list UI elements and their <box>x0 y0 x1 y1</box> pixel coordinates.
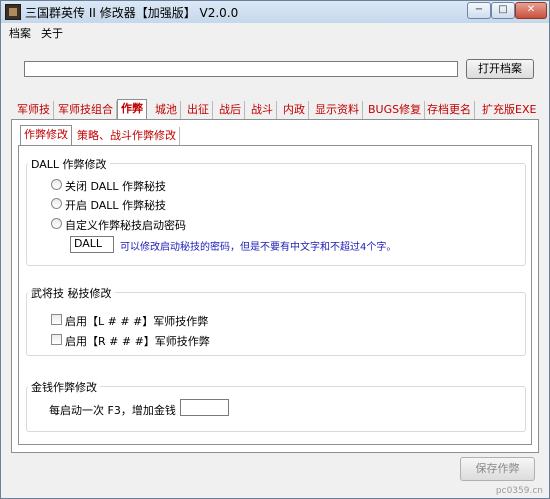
subtab-strategy-battle-cheat[interactable]: 策略、战斗作弊修改 <box>74 127 180 145</box>
dall-password-note: 可以修改启动秘技的密码，但是不要有中文字和不超过4个字。 <box>120 242 397 253</box>
checkbox-l-cheat[interactable] <box>51 314 62 325</box>
checkbox-r-cheat[interactable] <box>51 334 62 345</box>
checkbox-l-cheat-label: 启用【L # # #】军师技作弊 <box>65 315 209 328</box>
tab-expedition[interactable]: 出征 <box>184 101 213 119</box>
open-file-button[interactable]: 打开档案 <box>466 59 534 79</box>
tab-extended-exe[interactable]: 扩充版EXE <box>479 101 539 119</box>
app-window: 三国群英传 II 修改器【加强版】 V2.0.0 − □ ✕ 档案 关于 打开档… <box>0 0 550 499</box>
menu-about[interactable]: 关于 <box>41 25 63 41</box>
menu-bar: 档案 关于 <box>1 23 549 41</box>
window-title: 三国群英传 II 修改器【加强版】 V2.0.0 <box>25 6 239 20</box>
subtab-cheat-edit[interactable]: 作弊修改 <box>20 125 72 146</box>
dall-password-input[interactable]: DALL <box>70 236 114 253</box>
generals-group-title: 武将技 秘技修改 <box>28 285 115 301</box>
title-bar[interactable]: 三国群英传 II 修改器【加强版】 V2.0.0 − □ ✕ <box>1 1 549 24</box>
close-button[interactable]: ✕ <box>515 2 547 19</box>
tab-battle[interactable]: 战斗 <box>248 101 277 119</box>
tab-after-battle[interactable]: 战后 <box>216 101 245 119</box>
radio-dall-off[interactable] <box>51 179 62 190</box>
tab-bug-fix[interactable]: BUGS修复 <box>365 101 426 119</box>
radio-dall-custom[interactable] <box>51 218 62 229</box>
watermark: pc0359.cn <box>495 486 543 496</box>
radio-dall-on[interactable] <box>51 198 62 209</box>
tab-city[interactable]: 城池 <box>152 101 181 119</box>
minimize-button[interactable]: − <box>467 2 491 19</box>
app-icon <box>5 4 21 20</box>
maximize-button[interactable]: □ <box>491 2 515 19</box>
radio-dall-custom-label: 自定义作弊秘技启动密码 <box>65 219 186 232</box>
checkbox-r-cheat-label: 启用【R # # #】军师技作弊 <box>65 335 210 348</box>
money-group-title: 金钱作弊修改 <box>28 379 100 395</box>
save-cheat-button[interactable]: 保存作弊 <box>460 457 535 481</box>
tab-save-rename[interactable]: 存档更名 <box>424 101 475 119</box>
tab-cheat[interactable]: 作弊 <box>117 99 147 120</box>
money-amount-input[interactable] <box>180 399 229 416</box>
money-increase-label: 每启动一次 F3，增加金钱 <box>49 404 176 417</box>
radio-dall-on-label: 开启 DALL 作弊秘技 <box>65 199 167 212</box>
tab-show-data[interactable]: 显示资料 <box>312 101 363 119</box>
tab-internal-affairs[interactable]: 内政 <box>280 101 309 119</box>
dall-group-title: DALL 作弊修改 <box>28 156 110 172</box>
tab-advisor-combo[interactable]: 军师技组合 <box>55 101 117 119</box>
radio-dall-off-label: 关闭 DALL 作弊秘技 <box>65 180 167 193</box>
tab-advisor-skill[interactable]: 军师技 <box>14 101 54 119</box>
menu-file[interactable]: 档案 <box>9 25 31 41</box>
file-path-input[interactable] <box>24 61 458 77</box>
